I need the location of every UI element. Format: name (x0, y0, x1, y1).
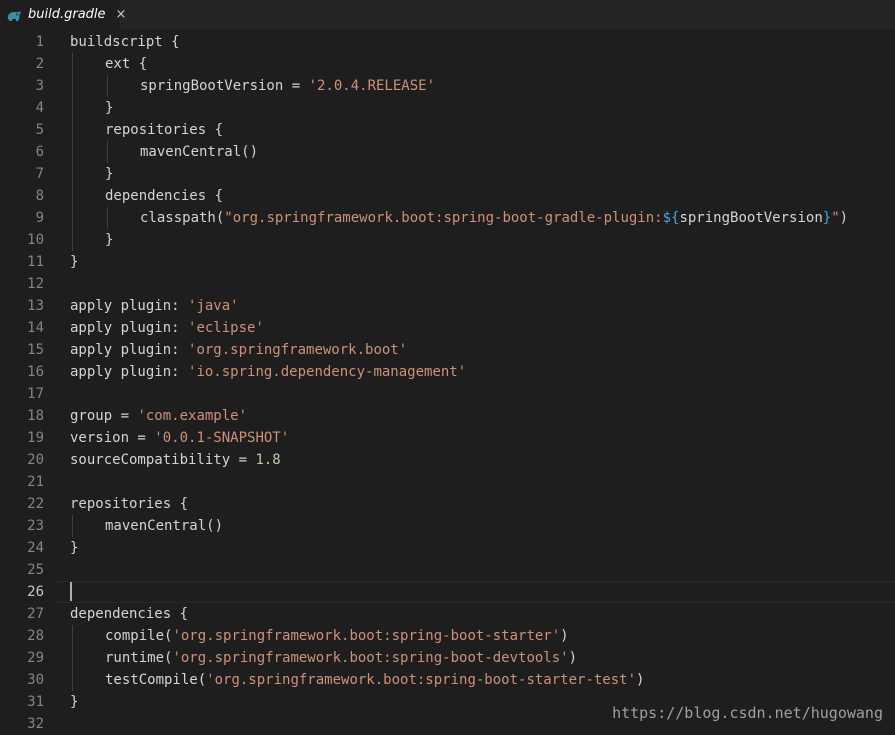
line-number: 4 (35, 100, 44, 116)
line-number: 28 (27, 628, 44, 644)
code-line-2: ext { (105, 56, 148, 72)
code-editor[interactable]: 1 2 3 4 5 6 7 8 9 10 11 12 13 14 15 16 1… (0, 31, 895, 734)
code-line-27: dependencies { (70, 606, 189, 622)
gradle-elephant-icon (6, 8, 22, 22)
code-line-9: classpath("org.springframework.boot:spri… (140, 210, 849, 226)
line-number: 2 (35, 56, 44, 72)
line-number: 13 (27, 298, 44, 314)
code-line-20: sourceCompatibility = 1.8 (70, 452, 281, 468)
line-number: 9 (35, 210, 44, 226)
line-number: 3 (35, 78, 44, 94)
close-icon[interactable]: × (116, 7, 127, 22)
line-number: 22 (27, 496, 44, 512)
line-number: 11 (27, 254, 44, 270)
line-number: 24 (27, 540, 44, 556)
code-line-18: group = 'com.example' (70, 408, 248, 424)
code-line-15: apply plugin: 'org.springframework.boot' (70, 342, 408, 358)
line-number: 1 (35, 34, 44, 50)
line-number: 14 (27, 320, 44, 336)
code-line-28: compile('org.springframework.boot:spring… (105, 628, 569, 644)
line-number: 31 (27, 694, 44, 710)
line-number: 17 (27, 386, 44, 402)
tab-filename: build.gradle (28, 7, 106, 22)
line-number: 10 (27, 232, 44, 248)
code-area[interactable]: buildscript { ext { springBootVersion = … (70, 31, 895, 734)
line-number: 6 (35, 144, 44, 160)
line-number: 15 (27, 342, 44, 358)
code-line-14: apply plugin: 'eclipse' (70, 320, 264, 336)
code-line-19: version = '0.0.1-SNAPSHOT' (70, 430, 290, 446)
line-number: 23 (27, 518, 44, 534)
code-line-4: } (105, 100, 114, 116)
watermark: https://blog.csdn.net/hugowang (612, 704, 883, 722)
line-number: 21 (27, 474, 44, 490)
code-line-6: mavenCentral() (140, 144, 259, 160)
code-line-29: runtime('org.springframework.boot:spring… (105, 650, 578, 666)
line-number: 30 (27, 672, 44, 688)
line-number: 29 (27, 650, 44, 666)
line-number: 20 (27, 452, 44, 468)
code-line-30: testCompile('org.springframework.boot:sp… (105, 672, 645, 688)
line-number: 7 (35, 166, 44, 182)
code-line-8: dependencies { (105, 188, 224, 204)
code-line-10: } (105, 232, 114, 248)
line-number: 16 (27, 364, 44, 380)
tab-build-gradle[interactable]: build.gradle × (0, 0, 126, 29)
line-number: 25 (27, 562, 44, 578)
line-number-active: 26 (27, 584, 44, 600)
code-line-31: } (70, 694, 79, 710)
code-line-22: repositories { (70, 496, 189, 512)
code-line-5: repositories { (105, 122, 224, 138)
tab-bar: build.gradle × (0, 0, 895, 29)
code-line-3: springBootVersion = '2.0.4.RELEASE' (140, 78, 436, 94)
code-line-23: mavenCentral() (105, 518, 224, 534)
code-line-11: } (70, 254, 79, 270)
line-number: 19 (27, 430, 44, 446)
code-line-1: buildscript { (70, 34, 180, 50)
line-number: 12 (27, 276, 44, 292)
line-number: 18 (27, 408, 44, 424)
code-line-16: apply plugin: 'io.spring.dependency-mana… (70, 364, 467, 380)
line-number: 5 (35, 122, 44, 138)
code-line-7: } (105, 166, 114, 182)
line-number-gutter: 1 2 3 4 5 6 7 8 9 10 11 12 13 14 15 16 1… (0, 31, 56, 734)
line-number: 8 (35, 188, 44, 204)
line-number: 27 (27, 606, 44, 622)
code-line-24: } (70, 540, 79, 556)
line-number: 32 (27, 716, 44, 732)
code-line-13: apply plugin: 'java' (70, 298, 239, 314)
